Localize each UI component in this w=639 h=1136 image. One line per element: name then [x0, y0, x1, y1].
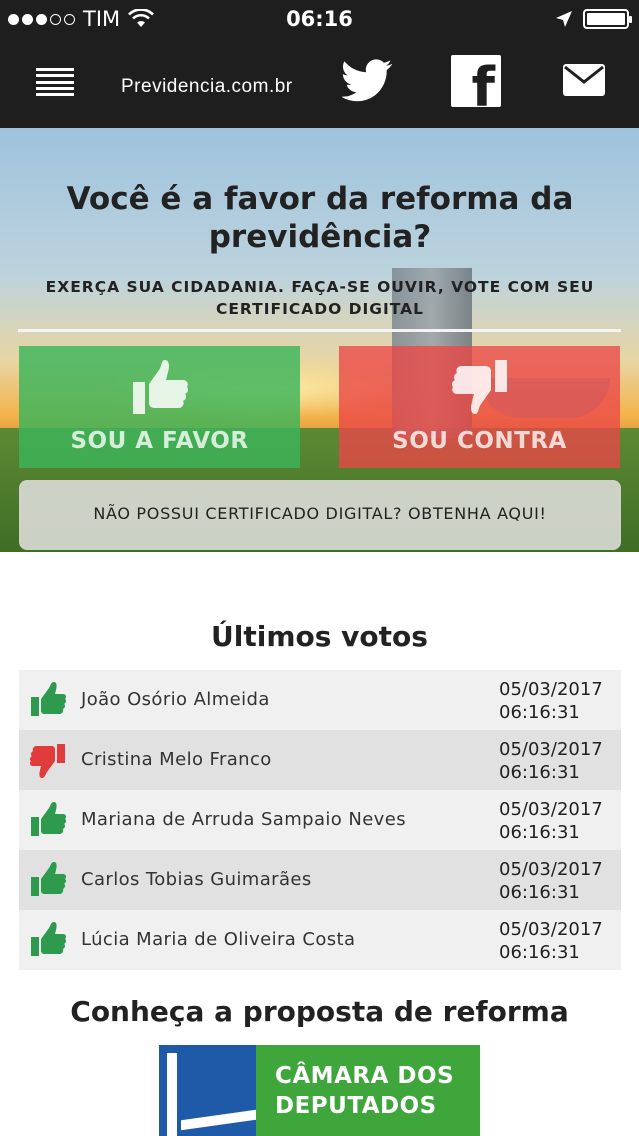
proposal-heading: Conheça a proposta de reforma [70, 995, 569, 1028]
camara-logo-text: CÂMARA DOS DEPUTADOS [275, 1061, 454, 1121]
vote-timestamp: 05/03/2017 06:16:31 [499, 738, 611, 784]
voter-name: Mariana de Arruda Sampaio Neves [81, 809, 406, 830]
hero-subtitle: EXERÇA SUA CIDADANIA. FAÇA-SE OUVIR, VOT… [45, 278, 595, 318]
vote-favor-button[interactable]: SOU A FAVOR [19, 346, 300, 468]
thumbs-up-icon [31, 802, 67, 836]
clock: 06:16 [286, 7, 353, 31]
vote-time: 06:16:31 [499, 942, 580, 963]
vote-time: 06:16:31 [499, 822, 580, 843]
voter-name: Lúcia Maria de Oliveira Costa [81, 929, 356, 950]
thumbs-up-icon [31, 682, 67, 716]
mail-icon[interactable] [563, 64, 605, 96]
thumbs-down-icon [451, 360, 507, 414]
thumbs-up-icon [31, 862, 67, 896]
vote-time: 06:16:31 [499, 762, 580, 783]
facebook-icon[interactable]: f [451, 55, 501, 107]
vote-date: 05/03/2017 [499, 679, 603, 700]
hero-banner: Você é a favor da reforma da previdência… [0, 128, 639, 552]
status-bar: TIM 06:16 [0, 0, 639, 40]
voter-name: Cristina Melo Franco [81, 749, 272, 770]
voter-name: Carlos Tobias Guimarães [81, 869, 312, 890]
vote-favor-label: SOU A FAVOR [70, 428, 249, 454]
vote-date: 05/03/2017 [499, 739, 603, 760]
vote-row: Carlos Tobias Guimarães 05/03/2017 06:16:3… [19, 850, 621, 910]
hero-divider [18, 329, 621, 332]
vote-row: Cristina Melo Franco 05/03/2017 06:16:31 [19, 730, 621, 790]
vote-timestamp: 05/03/2017 06:16:31 [499, 918, 611, 964]
camara-dos-deputados-logo[interactable]: CÂMARA DOS DEPUTADOS [159, 1045, 480, 1136]
vote-date: 05/03/2017 [499, 859, 603, 880]
battery-icon [583, 9, 632, 29]
vote-row: Mariana de Arruda Sampaio Neves 05/03/201… [19, 790, 621, 850]
latest-votes-heading: Últimos votos [211, 620, 428, 653]
vote-timestamp: 05/03/2017 06:16:31 [499, 798, 611, 844]
get-certificate-button[interactable]: NÃO POSSUI CERTIFICADO DIGITAL? OBTENHA … [19, 480, 621, 550]
latest-votes-list: João Osório Almeida 05/03/2017 06:16:31 Cri… [19, 670, 621, 970]
status-bar-right [555, 9, 632, 29]
vote-row: João Osório Almeida 05/03/2017 06:16:31 [19, 670, 621, 730]
camara-logo-mark [159, 1045, 256, 1136]
thumbs-up-icon [31, 922, 67, 956]
thumbs-down-icon [29, 744, 65, 778]
vote-timestamp: 05/03/2017 06:16:31 [499, 678, 611, 724]
vote-time: 06:16:31 [499, 882, 580, 903]
vote-contra-label: SOU CONTRA [392, 428, 567, 454]
camara-logo-line2: DEPUTADOS [275, 1093, 437, 1119]
site-title[interactable]: Previdencia.com.br [121, 76, 293, 98]
voter-name: João Osório Almeida [81, 689, 270, 710]
camara-logo-line1: CÂMARA DOS [275, 1063, 455, 1089]
menu-icon[interactable] [36, 68, 74, 96]
vote-contra-button[interactable]: SOU CONTRA [339, 346, 620, 468]
get-certificate-label: NÃO POSSUI CERTIFICADO DIGITAL? OBTENHA … [93, 504, 547, 523]
vote-date: 05/03/2017 [499, 919, 603, 940]
top-navbar: Previdencia.com.br f [0, 40, 639, 128]
location-arrow-icon [556, 11, 572, 27]
hero-question: Você é a favor da reforma da previdência… [66, 181, 574, 255]
vote-row: Lúcia Maria de Oliveira Costa 05/03/2017 0… [19, 910, 621, 970]
vote-timestamp: 05/03/2017 06:16:31 [499, 858, 611, 904]
twitter-icon[interactable] [342, 58, 394, 104]
vote-time: 06:16:31 [499, 702, 580, 723]
thumbs-up-icon [133, 360, 189, 414]
vote-date: 05/03/2017 [499, 799, 603, 820]
